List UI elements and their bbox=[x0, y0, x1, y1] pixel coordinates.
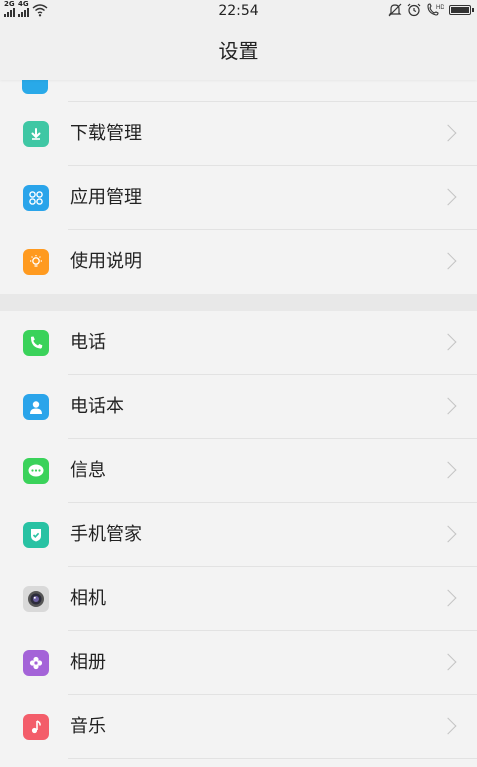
list-item-partial[interactable] bbox=[22, 68, 477, 102]
battery-icon bbox=[449, 5, 474, 15]
chevron-right-icon bbox=[439, 717, 457, 735]
gallery-icon bbox=[23, 650, 49, 676]
chevron-right-icon bbox=[439, 252, 457, 270]
chevron-right-icon bbox=[439, 397, 457, 415]
phone-icon bbox=[23, 330, 49, 356]
status-bar: 2G 4G 22:54 HD bbox=[0, 0, 477, 22]
hd-call-icon: HD bbox=[427, 3, 444, 16]
chevron-right-icon bbox=[439, 653, 457, 671]
download-icon bbox=[23, 121, 49, 147]
settings-item-phone[interactable]: 电话 bbox=[0, 311, 477, 375]
settings-item-camera[interactable]: 相机 bbox=[0, 567, 477, 631]
settings-item-label: 下载管理 bbox=[70, 123, 142, 144]
music-icon bbox=[23, 714, 49, 740]
settings-item-gallery[interactable]: 相册 bbox=[0, 631, 477, 695]
settings-item-contacts[interactable]: 电话本 bbox=[0, 375, 477, 439]
chevron-right-icon bbox=[439, 525, 457, 543]
settings-item-label: 电话 bbox=[70, 332, 106, 353]
settings-list: 下载管理 应用管理 使用说明 电话 电话本 信息 手机管家 相机 相册 音乐 bbox=[0, 68, 477, 759]
settings-item-label: 手机管家 bbox=[70, 524, 142, 545]
settings-item-label: 相机 bbox=[70, 588, 106, 609]
settings-item-messages[interactable]: 信息 bbox=[0, 439, 477, 503]
group-divider bbox=[0, 294, 477, 311]
shield-icon bbox=[23, 522, 49, 548]
chevron-right-icon bbox=[439, 461, 457, 479]
message-icon bbox=[23, 458, 49, 484]
settings-item-user-guide[interactable]: 使用说明 bbox=[0, 230, 477, 294]
svg-text:HD: HD bbox=[436, 5, 444, 11]
alarm-icon bbox=[407, 3, 421, 17]
settings-item-label: 使用说明 bbox=[70, 251, 142, 272]
chevron-right-icon bbox=[439, 124, 457, 142]
settings-item-label: 信息 bbox=[70, 460, 106, 481]
page-title: 设置 bbox=[0, 22, 477, 80]
settings-item-label: 应用管理 bbox=[70, 187, 142, 208]
settings-item-download-manager[interactable]: 下载管理 bbox=[0, 102, 477, 166]
silent-bell-icon bbox=[388, 3, 402, 17]
chevron-right-icon bbox=[439, 188, 457, 206]
settings-item-phone-manager[interactable]: 手机管家 bbox=[0, 503, 477, 567]
camera-icon bbox=[23, 586, 49, 612]
settings-item-label: 电话本 bbox=[70, 396, 124, 417]
apps-icon bbox=[23, 185, 49, 211]
settings-item-label: 音乐 bbox=[70, 716, 106, 737]
settings-item-app-manager[interactable]: 应用管理 bbox=[0, 166, 477, 230]
settings-item-music[interactable]: 音乐 bbox=[0, 695, 477, 759]
contacts-icon bbox=[23, 394, 49, 420]
settings-item-label: 相册 bbox=[70, 652, 106, 673]
lightbulb-icon bbox=[23, 249, 49, 275]
chevron-right-icon bbox=[439, 333, 457, 351]
chevron-right-icon bbox=[439, 589, 457, 607]
